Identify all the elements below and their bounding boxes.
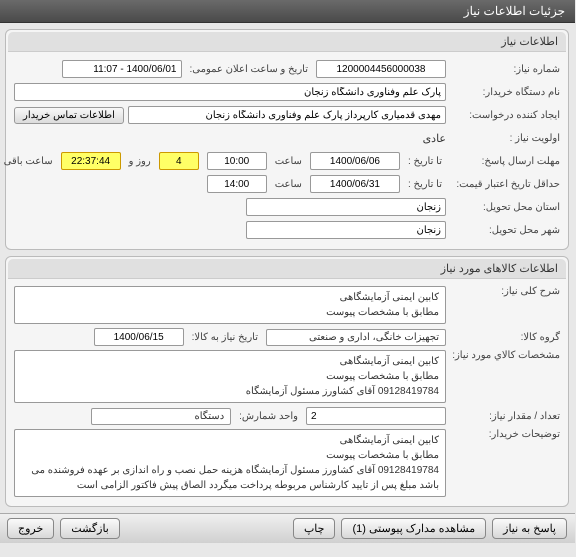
city-label: شهر محل تحویل: [451,225,561,236]
unit-label: واحد شمارش: [236,411,303,422]
specs-label: مشخصات کالاي مورد نیاز: [451,350,561,361]
need-no-field[interactable] [317,60,447,78]
qty-field[interactable] [307,407,447,425]
general-desc-label: شرح کلی نیاز: [451,286,561,297]
goods-info-panel: اطلاعات کالاهای مورد نیاز شرح کلی نیاز: … [6,256,570,507]
province-label: استان محل تحویل: [451,202,561,213]
price-time-field[interactable] [208,175,268,193]
time-remaining-field [62,152,122,170]
city-field[interactable] [247,221,447,239]
goods-info-title: اطلاعات کالاهای مورد نیاز [9,259,567,279]
goods-group-label: گروه کالا: [451,332,561,343]
back-button[interactable]: بازگشت [61,518,121,539]
need-no-label: شماره نیاز: [451,64,561,75]
print-button[interactable]: چاپ [294,518,337,539]
specs-field: کابین ایمنی آزمایشگاهی مطابق با مشخصات پ… [15,350,447,403]
to-date-label-1: تا تاریخ : [405,156,447,167]
general-desc-field: کابین ایمنی آزمایشگاهی مطابق با مشخصات پ… [15,286,447,324]
need-info-panel: اطلاعات نیاز شماره نیاز: تاریخ و ساعت اع… [6,29,570,250]
reply-time-field[interactable] [208,152,268,170]
attachments-button[interactable]: مشاهده مدارک پیوستی (1) [342,518,487,539]
announce-label: تاریخ و ساعت اعلان عمومی: [187,64,314,75]
reply-button[interactable]: پاسخ به نیاز [493,518,568,539]
priority-value: عادی [424,132,447,145]
creator-label: ایجاد کننده درخواست: [451,110,561,121]
to-date-label-2: تا تاریخ : [405,179,447,190]
unit-field: دستگاه [92,408,232,425]
announce-field[interactable] [63,60,183,78]
need-info-title: اطلاعات نیاز [9,32,567,52]
price-date-field[interactable] [311,175,401,193]
price-credit-label: حداقل تاریخ اعتبار قیمت: [451,179,561,190]
time-label-2: ساعت [272,179,307,190]
buyer-label: نام دستگاه خریدار: [451,87,561,98]
qty-label: تعداد / مقدار نیاز: [451,411,561,422]
priority-label: اولویت نیاز : [451,133,561,144]
goods-group-field: تجهیزات خانگی، اداری و صنعتی [267,329,447,346]
buyer-field[interactable] [15,83,447,101]
days-remaining-field [160,152,200,170]
days-label: روز و [126,156,156,167]
notes-field: کابین ایمنی آزمایشگاهی مطابق با مشخصات پ… [15,429,447,497]
need-date-field[interactable] [95,328,185,346]
exit-button[interactable]: خروج [8,518,55,539]
time-label-1: ساعت [272,156,307,167]
province-field[interactable] [247,198,447,216]
contact-buyer-button[interactable]: اطلاعات تماس خریدار [15,107,125,124]
footer-toolbar: پاسخ به نیاز مشاهده مدارک پیوستی (1) چاپ… [0,513,576,543]
window-titlebar: جزئیات اطلاعات نیاز [0,0,576,23]
notes-label: توضیحات خریدار: [451,429,561,440]
reply-deadline-label: مهلت ارسال پاسخ: [451,156,561,167]
window-title: جزئیات اطلاعات نیاز [465,4,566,18]
reply-date-field[interactable] [311,152,401,170]
creator-field[interactable] [129,106,447,124]
remaining-label: ساعت باقی مانده [0,156,58,167]
need-date-label: تاریخ نیاز به کالا: [189,332,263,343]
